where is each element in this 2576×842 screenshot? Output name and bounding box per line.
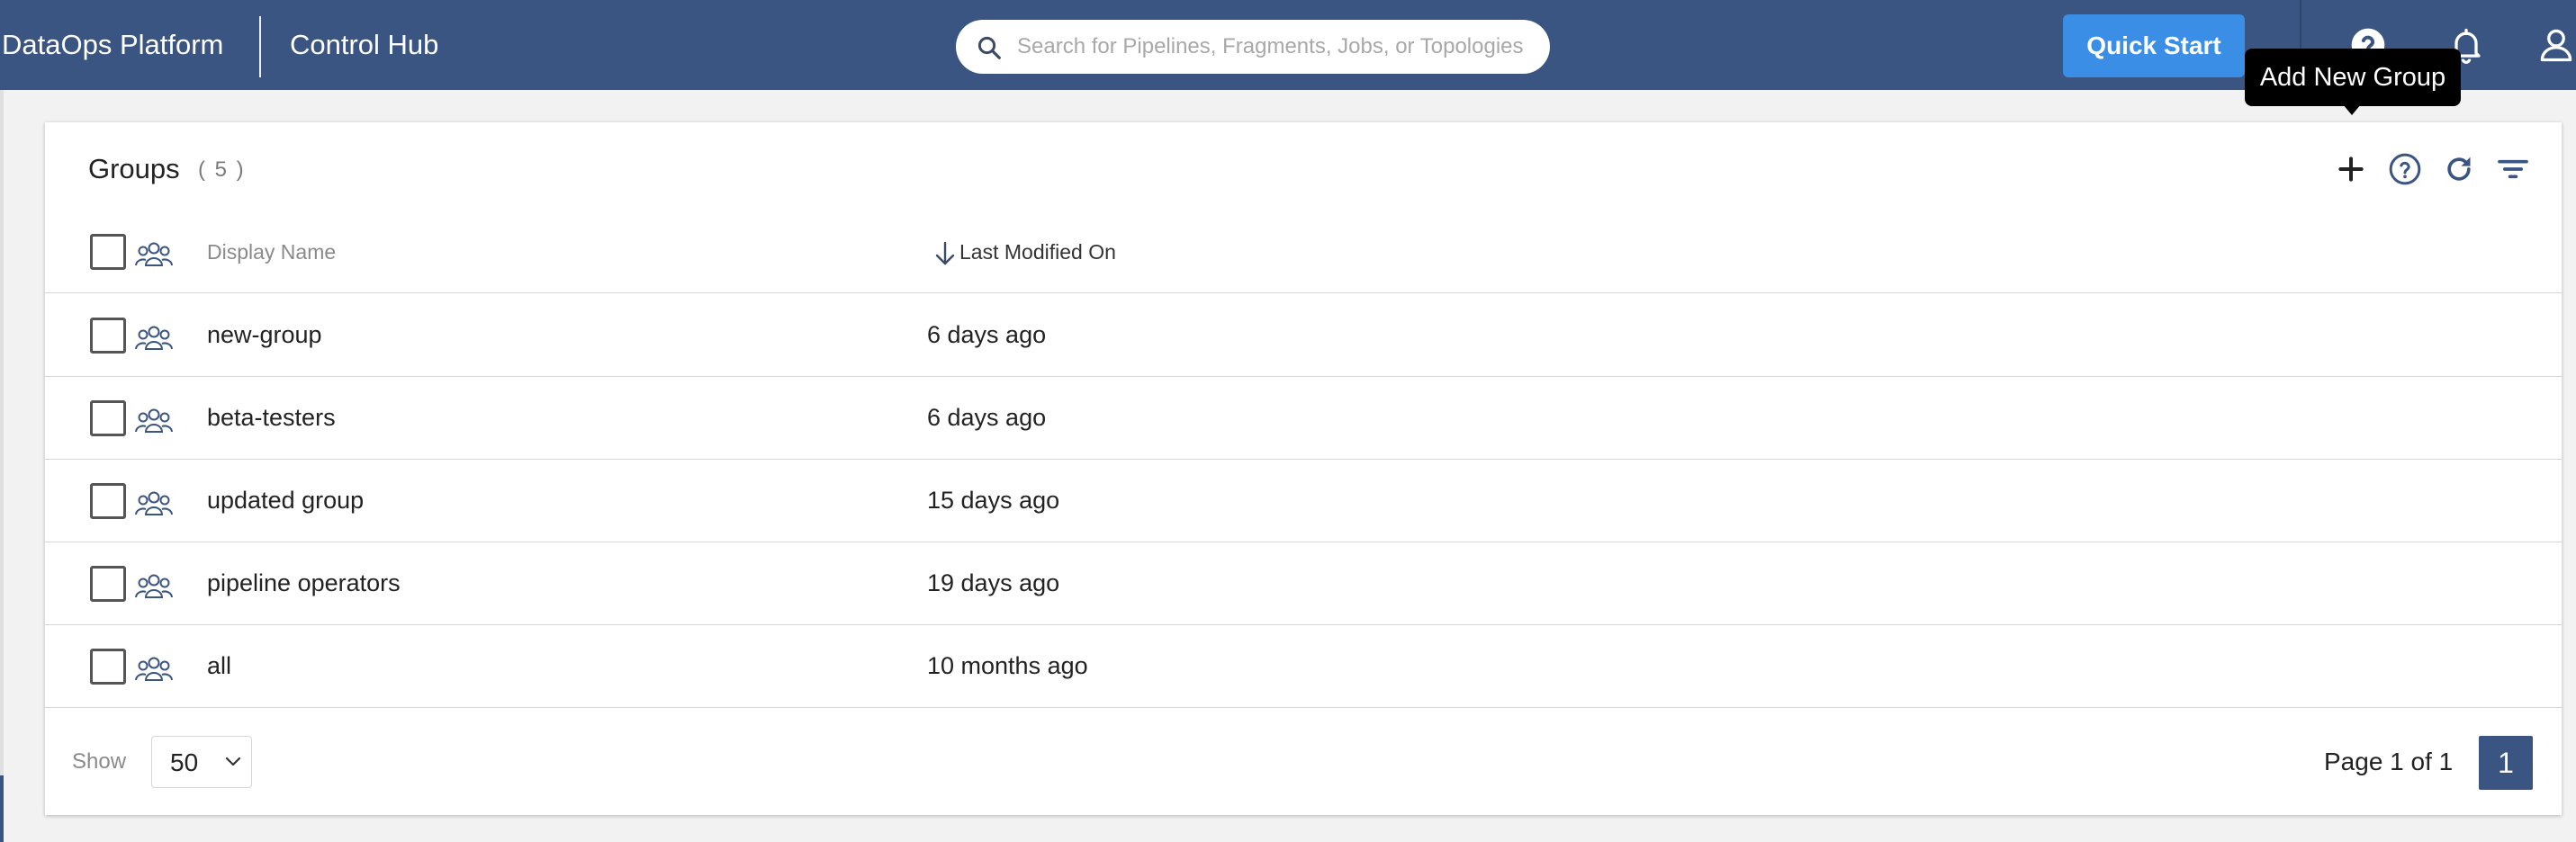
brand-name[interactable]: DataOps Platform — [2, 27, 223, 63]
plus-icon — [2338, 157, 2364, 182]
table-row[interactable]: beta-testers 6 days ago — [45, 377, 2562, 460]
add-group-button[interactable] — [2328, 146, 2374, 193]
user-icon — [2540, 29, 2572, 62]
sort-descending-icon[interactable] — [932, 239, 958, 268]
group-icon — [135, 326, 173, 350]
group-modified: 6 days ago — [927, 321, 1047, 348]
table-row[interactable]: updated group 15 days ago — [45, 460, 2562, 542]
page-info: Page 1 of 1 — [2324, 748, 2454, 775]
select-all-checkbox[interactable] — [90, 234, 126, 270]
tooltip-arrow — [2343, 104, 2361, 115]
quick-start-button[interactable]: Quick Start — [2063, 14, 2245, 77]
table-row[interactable]: pipeline operators 19 days ago — [45, 542, 2562, 625]
row-checkbox[interactable] — [90, 318, 126, 354]
group-modified: 6 days ago — [927, 404, 1047, 431]
group-name[interactable]: new-group — [207, 318, 322, 351]
left-edge-accent — [0, 775, 4, 842]
page-title: Groups — [88, 153, 180, 184]
column-display-name[interactable]: Display Name — [207, 236, 336, 268]
user-menu-button[interactable] — [2533, 22, 2576, 68]
left-edge — [0, 90, 4, 842]
top-navigation-bar: DataOps Platform Control Hub Quick Start — [0, 0, 2576, 90]
row-checkbox[interactable] — [90, 400, 126, 436]
add-group-tooltip: Add New Group — [2245, 49, 2461, 106]
refresh-button[interactable] — [2436, 146, 2482, 193]
group-count: ( 5 ) — [198, 157, 246, 182]
table-header: Display Name Last Modified On — [45, 212, 2562, 293]
refresh-icon — [2447, 157, 2471, 181]
table-row[interactable]: new-group 6 days ago — [45, 294, 2562, 377]
group-modified: 10 months ago — [927, 652, 1088, 679]
search-input[interactable] — [1017, 29, 1530, 65]
page-size-label: Show — [72, 749, 127, 774]
chevron-down-icon — [225, 757, 241, 766]
row-checkbox[interactable] — [90, 566, 126, 602]
page-size-value: 50 — [170, 748, 199, 776]
help-circle-icon — [2389, 153, 2421, 185]
filter-icon — [2498, 159, 2528, 179]
group-icon — [135, 491, 173, 515]
group-name[interactable]: beta-testers — [207, 401, 336, 434]
filter-button[interactable] — [2490, 146, 2536, 193]
page-button-current[interactable]: 1 — [2479, 736, 2533, 790]
group-icon — [135, 657, 173, 681]
group-icon — [135, 574, 173, 598]
group-name[interactable]: all — [207, 649, 231, 682]
search-icon — [977, 36, 1001, 59]
group-icon — [135, 242, 173, 266]
group-icon — [135, 408, 173, 433]
page-size-select[interactable]: 50 — [151, 736, 252, 788]
group-modified: 15 days ago — [927, 487, 1060, 514]
row-checkbox[interactable] — [90, 483, 126, 519]
group-modified: 19 days ago — [927, 569, 1060, 596]
group-name[interactable]: updated group — [207, 484, 364, 516]
groups-card: Groups ( 5 ) Display Name Last Modified … — [45, 122, 2562, 815]
brand-divider — [259, 16, 261, 77]
group-name[interactable]: pipeline operators — [207, 567, 401, 599]
help-circle-button[interactable] — [2382, 146, 2428, 193]
app-name[interactable]: Control Hub — [290, 27, 438, 63]
column-last-modified[interactable]: Last Modified On — [959, 236, 1116, 268]
row-checkbox[interactable] — [90, 649, 126, 685]
table-row[interactable]: all 10 months ago — [45, 625, 2562, 708]
global-search — [956, 20, 1550, 74]
